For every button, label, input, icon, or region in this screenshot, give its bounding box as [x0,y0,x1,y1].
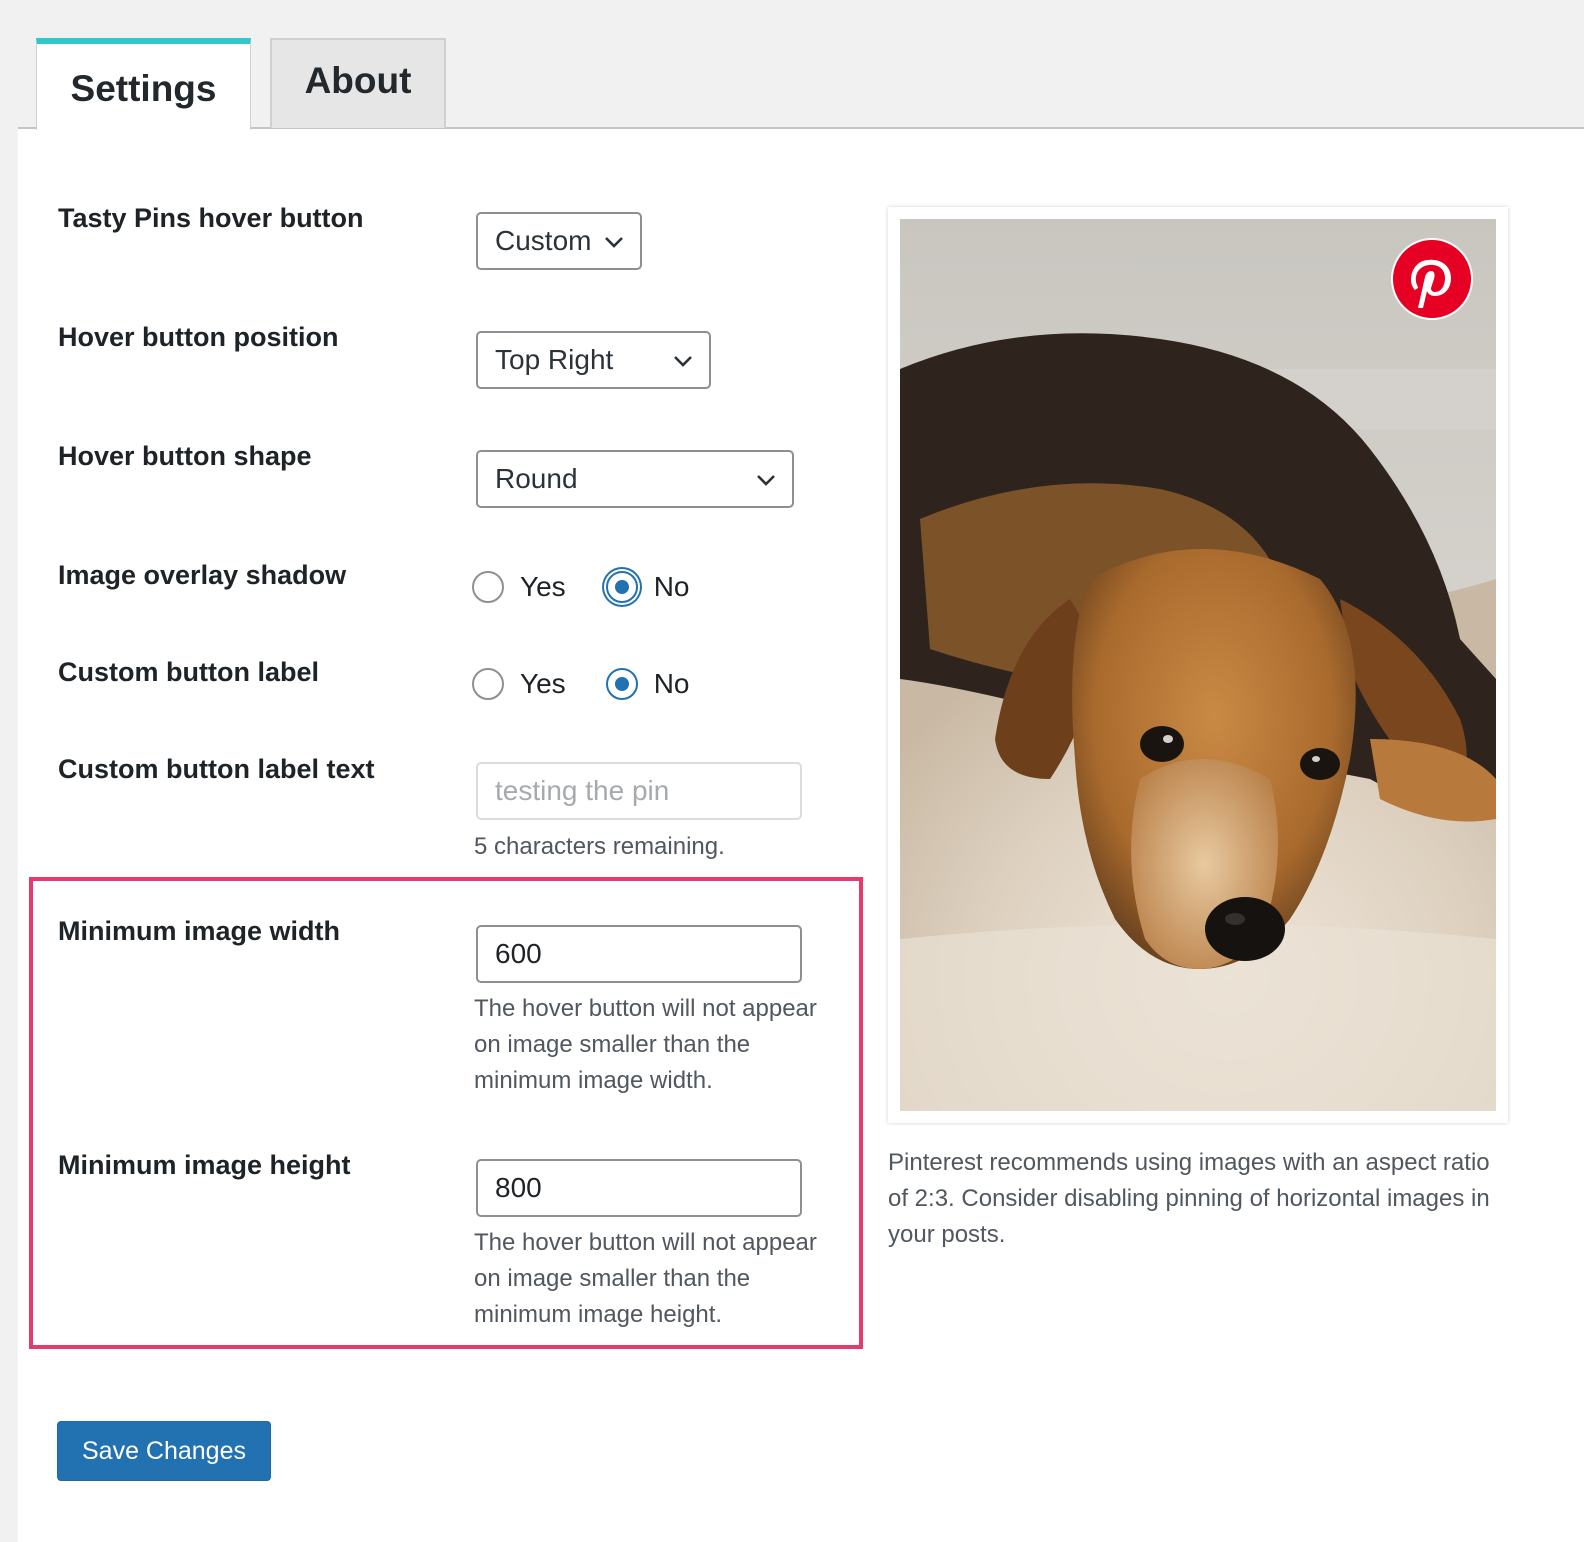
custom-label-radio-group: Yes No [472,664,729,704]
overlay-shadow-radio-group: Yes No [472,567,729,607]
custom-label-no-label[interactable]: No [654,668,690,700]
hover-position-label: Hover button position [58,322,339,352]
min-height-input[interactable]: 800 [476,1159,802,1217]
hover-button-select[interactable]: Custom [476,212,642,270]
min-width-value: 600 [495,938,542,969]
hover-button-select-value: Custom [495,225,592,256]
save-changes-label: Save Changes [81,1436,246,1465]
overlay-shadow-no-radio[interactable] [605,571,638,603]
min-height-value: 800 [495,1172,542,1203]
chevron-down-icon [674,356,692,367]
preview-caption: Pinterest recommends using images with a… [888,1149,1490,1248]
min-width-help: The hover button will not appear on imag… [474,995,817,1094]
dog-photo [900,219,1496,1111]
custom-label-no-radio[interactable] [605,668,638,700]
tab-about-label: About [304,60,412,101]
min-height-help: The hover button will not appear on imag… [474,1229,817,1328]
tab-settings-label: Settings [70,68,217,109]
min-height-label: Minimum image height [58,1150,351,1180]
overlay-shadow-yes-label[interactable]: Yes [520,571,566,603]
tab-settings[interactable]: Settings [36,38,251,130]
overlay-shadow-label: Image overlay shadow [58,560,347,590]
custom-label-text-input[interactable]: testing the pin [476,762,802,820]
hover-position-select[interactable]: Top Right [476,331,711,389]
chevron-down-icon [605,237,623,248]
overlay-shadow-yes-radio[interactable] [472,571,504,603]
preview-image [900,219,1496,1111]
custom-label-text-placeholder: testing the pin [495,775,670,806]
hover-shape-select-value: Round [495,463,578,494]
custom-label-yes-label[interactable]: Yes [520,668,566,700]
min-width-label: Minimum image width [58,916,341,946]
characters-remaining: 5 characters remaining. [474,833,725,860]
hover-shape-select[interactable]: Round [476,450,794,508]
custom-label-text-label: Custom button label text [58,754,375,784]
pinterest-icon[interactable] [1391,238,1473,320]
tab-about[interactable]: About [270,38,446,128]
save-changes-button[interactable]: Save Changes [57,1421,271,1481]
overlay-shadow-no-label[interactable]: No [654,571,690,603]
hover-button-label: Tasty Pins hover button [58,203,364,233]
custom-label-label: Custom button label [58,657,319,687]
chevron-down-icon [757,475,775,486]
hover-shape-label: Hover button shape [58,441,312,471]
hover-position-select-value: Top Right [495,344,614,375]
min-width-input[interactable]: 600 [476,925,802,983]
custom-label-yes-radio[interactable] [472,668,504,700]
